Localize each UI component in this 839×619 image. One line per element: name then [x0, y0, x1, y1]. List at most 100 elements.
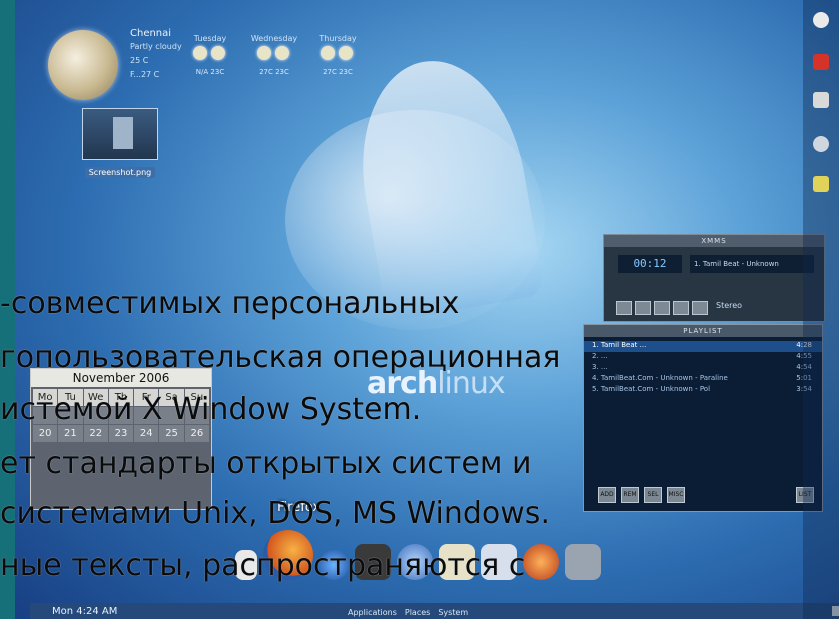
file-label: Screenshot.png: [84, 167, 156, 178]
calendar-header: Sa: [159, 389, 184, 406]
calendar-header: Fr: [134, 389, 159, 406]
bottom-panel: Mon 4:24 AM Applications Places System: [30, 603, 839, 619]
track-name: 5. TamilBeat.Com - Unknown - Pol: [592, 385, 711, 393]
previous-button[interactable]: [616, 301, 632, 315]
sun-icon: [275, 46, 289, 60]
weather-day-name: Tuesday: [193, 34, 227, 43]
calendar-header: Tu: [58, 389, 83, 406]
calendar-day[interactable]: [83, 407, 108, 424]
calendar-day[interactable]: [184, 407, 209, 424]
application-dock: [235, 530, 601, 580]
menu-applications[interactable]: Applications: [348, 608, 397, 617]
calendar-day[interactable]: [33, 407, 58, 424]
playlist-add-button[interactable]: ADD: [598, 487, 616, 503]
cloud-icon: [321, 46, 335, 60]
calendar-day[interactable]: 24: [134, 425, 159, 442]
calendar-day[interactable]: 25: [159, 425, 184, 442]
desktop-file-screenshot[interactable]: Screenshot.png: [75, 108, 165, 179]
stop-button[interactable]: [673, 301, 689, 315]
weather-day-values: N/A 23C: [195, 68, 225, 76]
text-editor-icon[interactable]: [235, 550, 257, 580]
next-button[interactable]: [692, 301, 708, 315]
panel-clock[interactable]: Mon 4:24 AM: [52, 606, 117, 617]
partly-cloudy-icon: [193, 46, 207, 60]
writer-icon[interactable]: [439, 544, 475, 580]
playlist-controls: ADD REM SEL MISC: [598, 487, 685, 503]
player-time: 00:12: [618, 255, 682, 273]
calendar-day[interactable]: 22: [83, 425, 108, 442]
network-icon[interactable]: [813, 136, 829, 152]
calendar-day[interactable]: 26: [184, 425, 209, 442]
calendar-day[interactable]: 20: [33, 425, 58, 442]
track-name: 1. Tamil Beat ...: [592, 341, 647, 349]
calendar-day[interactable]: [108, 407, 134, 424]
track-name: 2. ...: [592, 352, 608, 360]
menu-places[interactable]: Places: [405, 608, 430, 617]
dock-tooltip: Firefox: [277, 500, 321, 515]
player-mode: Stereo: [716, 301, 743, 310]
sun-icon: [339, 46, 353, 60]
logo-regular: linux: [437, 366, 505, 401]
weather-condition: Partly cloudy: [130, 42, 182, 51]
playlist-title[interactable]: PLAYLIST: [584, 325, 822, 337]
settings-icon[interactable]: [397, 544, 433, 580]
screen-icon[interactable]: [813, 92, 829, 108]
moon-icon: [48, 30, 118, 100]
logo-bold: arch: [367, 366, 438, 401]
calendar-day[interactable]: [58, 407, 83, 424]
desktop[interactable]: Chennai Partly cloudy 25 C F...27 C Tues…: [15, 0, 839, 619]
panel-menu: Applications Places System: [348, 608, 468, 617]
calendar-day[interactable]: [134, 407, 159, 424]
calendar-header: Mo: [33, 389, 58, 406]
track-name: 4. TamilBeat.Com - Unknown - Paraline: [592, 374, 728, 382]
playlist-row[interactable]: 1. Tamil Beat ... 4:28: [584, 341, 822, 352]
play-button[interactable]: [635, 301, 651, 315]
weather-day-name: Thursday: [319, 34, 357, 43]
calendar-widget[interactable]: November 2006 Mo Tu We Th Fr Sa Su 20 21…: [30, 368, 212, 510]
weather-feels: F...27 C: [130, 70, 160, 79]
calendar-header: We: [83, 389, 108, 406]
player-title[interactable]: XMMS: [604, 235, 824, 247]
archlinux-logo: archlinux: [367, 366, 506, 401]
weather-day-values: 27C 23C: [323, 68, 353, 76]
weather-city: Chennai: [130, 28, 172, 39]
calendar-day[interactable]: 21: [58, 425, 83, 442]
right-tray: [803, 0, 839, 619]
weather-day-name: Wednesday: [250, 34, 298, 43]
game-icon[interactable]: [523, 544, 559, 580]
playlist-window[interactable]: PLAYLIST 1. Tamil Beat ... 4:28 2. ... 4:5…: [583, 324, 823, 512]
playlist-row[interactable]: 4. TamilBeat.Com - Unknown - Paraline 5:0…: [584, 374, 822, 385]
sun-icon: [211, 46, 225, 60]
terminal-icon[interactable]: [355, 544, 391, 580]
playlist-row[interactable]: 3. ... 4:54: [584, 363, 822, 374]
image-thumbnail-icon: [82, 108, 158, 160]
playlist-select-button[interactable]: SEL: [644, 487, 662, 503]
spreadsheet-icon[interactable]: [481, 544, 517, 580]
pause-button[interactable]: [654, 301, 670, 315]
playlist-remove-button[interactable]: REM: [621, 487, 639, 503]
logout-icon[interactable]: [813, 54, 829, 70]
playlist-row[interactable]: 2. ... 4:55: [584, 352, 822, 363]
firefox-icon[interactable]: [263, 530, 313, 580]
menu-system[interactable]: System: [438, 608, 468, 617]
calendar-header: Th: [108, 389, 134, 406]
calendar-header: Su: [184, 389, 209, 406]
weather-temp: 25 C: [130, 56, 149, 65]
calendar-grid: Mo Tu We Th Fr Sa Su 20 21 22 23 24 25 2…: [31, 387, 211, 444]
power-icon[interactable]: [813, 12, 829, 28]
cloud-icon: [257, 46, 271, 60]
notes-icon[interactable]: [813, 176, 829, 192]
player-track-info: 1. Tamil Beat - Unknown: [690, 255, 814, 273]
xmms-player[interactable]: XMMS 00:12 1. Tamil Beat - Unknown Stere…: [603, 234, 825, 322]
weather-day-values: 27C 23C: [259, 68, 289, 76]
calendar-title: November 2006: [31, 369, 211, 387]
calendar-day[interactable]: 23: [108, 425, 134, 442]
track-name: 3. ...: [592, 363, 608, 371]
player-controls: [616, 301, 708, 315]
playlist-misc-button[interactable]: MISC: [667, 487, 685, 503]
playlist-row[interactable]: 5. TamilBeat.Com - Unknown - Pol 3:54: [584, 385, 822, 396]
calendar-day[interactable]: [159, 407, 184, 424]
weather-widget: Chennai Partly cloudy 25 C F...27 C Tues…: [30, 12, 390, 100]
lock-icon[interactable]: [565, 544, 601, 580]
thunderbird-icon[interactable]: [319, 550, 349, 580]
